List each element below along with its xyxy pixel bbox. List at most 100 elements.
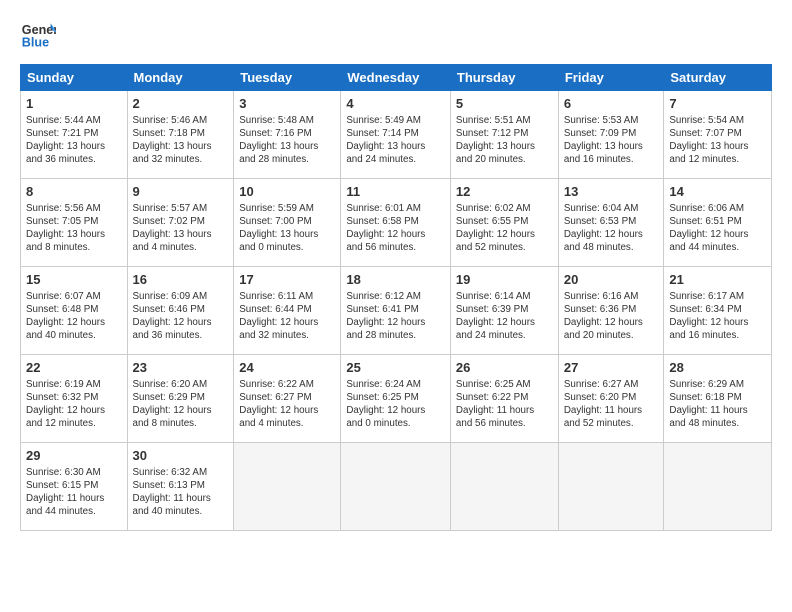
calendar-day-cell: 1Sunrise: 5:44 AM Sunset: 7:21 PM Daylig… [21, 91, 128, 179]
calendar-day-cell: 28Sunrise: 6:29 AM Sunset: 6:18 PM Dayli… [664, 355, 772, 443]
calendar-day-cell [450, 443, 558, 531]
day-of-week-header: Wednesday [341, 65, 451, 91]
day-of-week-header: Tuesday [234, 65, 341, 91]
day-number: 11 [346, 183, 445, 201]
calendar: SundayMondayTuesdayWednesdayThursdayFrid… [20, 64, 772, 531]
calendar-day-cell: 9Sunrise: 5:57 AM Sunset: 7:02 PM Daylig… [127, 179, 234, 267]
day-number: 8 [26, 183, 122, 201]
day-info: Sunrise: 5:48 AM Sunset: 7:16 PM Dayligh… [239, 114, 335, 167]
day-of-week-header: Friday [558, 65, 664, 91]
day-number: 28 [669, 359, 766, 377]
day-info: Sunrise: 5:44 AM Sunset: 7:21 PM Dayligh… [26, 114, 122, 167]
calendar-day-cell: 3Sunrise: 5:48 AM Sunset: 7:16 PM Daylig… [234, 91, 341, 179]
day-info: Sunrise: 6:29 AM Sunset: 6:18 PM Dayligh… [669, 378, 766, 431]
calendar-day-cell: 12Sunrise: 6:02 AM Sunset: 6:55 PM Dayli… [450, 179, 558, 267]
calendar-day-cell: 26Sunrise: 6:25 AM Sunset: 6:22 PM Dayli… [450, 355, 558, 443]
day-info: Sunrise: 5:49 AM Sunset: 7:14 PM Dayligh… [346, 114, 445, 167]
calendar-week-row: 1Sunrise: 5:44 AM Sunset: 7:21 PM Daylig… [21, 91, 772, 179]
calendar-day-cell [234, 443, 341, 531]
calendar-day-cell: 5Sunrise: 5:51 AM Sunset: 7:12 PM Daylig… [450, 91, 558, 179]
calendar-week-row: 22Sunrise: 6:19 AM Sunset: 6:32 PM Dayli… [21, 355, 772, 443]
day-number: 5 [456, 95, 553, 113]
day-info: Sunrise: 5:46 AM Sunset: 7:18 PM Dayligh… [133, 114, 229, 167]
calendar-day-cell: 10Sunrise: 5:59 AM Sunset: 7:00 PM Dayli… [234, 179, 341, 267]
page: General Blue SundayMondayTuesdayWednesda… [0, 0, 792, 547]
day-number: 1 [26, 95, 122, 113]
day-number: 26 [456, 359, 553, 377]
day-number: 22 [26, 359, 122, 377]
day-info: Sunrise: 6:16 AM Sunset: 6:36 PM Dayligh… [564, 290, 659, 343]
day-number: 9 [133, 183, 229, 201]
calendar-day-cell [341, 443, 451, 531]
day-number: 13 [564, 183, 659, 201]
day-number: 20 [564, 271, 659, 289]
calendar-day-cell: 13Sunrise: 6:04 AM Sunset: 6:53 PM Dayli… [558, 179, 664, 267]
logo-icon: General Blue [20, 16, 56, 52]
calendar-day-cell: 18Sunrise: 6:12 AM Sunset: 6:41 PM Dayli… [341, 267, 451, 355]
calendar-header-row: SundayMondayTuesdayWednesdayThursdayFrid… [21, 65, 772, 91]
day-number: 3 [239, 95, 335, 113]
calendar-day-cell: 2Sunrise: 5:46 AM Sunset: 7:18 PM Daylig… [127, 91, 234, 179]
day-number: 23 [133, 359, 229, 377]
calendar-day-cell: 7Sunrise: 5:54 AM Sunset: 7:07 PM Daylig… [664, 91, 772, 179]
calendar-day-cell: 25Sunrise: 6:24 AM Sunset: 6:25 PM Dayli… [341, 355, 451, 443]
calendar-week-row: 29Sunrise: 6:30 AM Sunset: 6:15 PM Dayli… [21, 443, 772, 531]
day-number: 16 [133, 271, 229, 289]
day-number: 7 [669, 95, 766, 113]
day-number: 17 [239, 271, 335, 289]
calendar-day-cell: 22Sunrise: 6:19 AM Sunset: 6:32 PM Dayli… [21, 355, 128, 443]
calendar-day-cell: 11Sunrise: 6:01 AM Sunset: 6:58 PM Dayli… [341, 179, 451, 267]
day-number: 4 [346, 95, 445, 113]
day-info: Sunrise: 6:01 AM Sunset: 6:58 PM Dayligh… [346, 202, 445, 255]
calendar-day-cell: 8Sunrise: 5:56 AM Sunset: 7:05 PM Daylig… [21, 179, 128, 267]
header: General Blue [20, 16, 772, 52]
calendar-day-cell: 17Sunrise: 6:11 AM Sunset: 6:44 PM Dayli… [234, 267, 341, 355]
calendar-week-row: 8Sunrise: 5:56 AM Sunset: 7:05 PM Daylig… [21, 179, 772, 267]
day-number: 24 [239, 359, 335, 377]
day-info: Sunrise: 5:54 AM Sunset: 7:07 PM Dayligh… [669, 114, 766, 167]
calendar-day-cell [558, 443, 664, 531]
calendar-day-cell: 6Sunrise: 5:53 AM Sunset: 7:09 PM Daylig… [558, 91, 664, 179]
day-number: 30 [133, 447, 229, 465]
day-number: 25 [346, 359, 445, 377]
day-info: Sunrise: 6:14 AM Sunset: 6:39 PM Dayligh… [456, 290, 553, 343]
day-info: Sunrise: 6:06 AM Sunset: 6:51 PM Dayligh… [669, 202, 766, 255]
day-number: 14 [669, 183, 766, 201]
day-of-week-header: Saturday [664, 65, 772, 91]
calendar-day-cell: 29Sunrise: 6:30 AM Sunset: 6:15 PM Dayli… [21, 443, 128, 531]
day-info: Sunrise: 6:20 AM Sunset: 6:29 PM Dayligh… [133, 378, 229, 431]
day-number: 10 [239, 183, 335, 201]
calendar-day-cell: 4Sunrise: 5:49 AM Sunset: 7:14 PM Daylig… [341, 91, 451, 179]
day-info: Sunrise: 6:02 AM Sunset: 6:55 PM Dayligh… [456, 202, 553, 255]
day-info: Sunrise: 5:56 AM Sunset: 7:05 PM Dayligh… [26, 202, 122, 255]
calendar-day-cell: 27Sunrise: 6:27 AM Sunset: 6:20 PM Dayli… [558, 355, 664, 443]
day-info: Sunrise: 6:32 AM Sunset: 6:13 PM Dayligh… [133, 466, 229, 519]
day-number: 6 [564, 95, 659, 113]
day-info: Sunrise: 5:53 AM Sunset: 7:09 PM Dayligh… [564, 114, 659, 167]
day-number: 21 [669, 271, 766, 289]
day-info: Sunrise: 6:27 AM Sunset: 6:20 PM Dayligh… [564, 378, 659, 431]
day-info: Sunrise: 6:09 AM Sunset: 6:46 PM Dayligh… [133, 290, 229, 343]
day-info: Sunrise: 6:30 AM Sunset: 6:15 PM Dayligh… [26, 466, 122, 519]
day-of-week-header: Monday [127, 65, 234, 91]
day-number: 2 [133, 95, 229, 113]
calendar-day-cell: 16Sunrise: 6:09 AM Sunset: 6:46 PM Dayli… [127, 267, 234, 355]
day-number: 27 [564, 359, 659, 377]
day-info: Sunrise: 6:07 AM Sunset: 6:48 PM Dayligh… [26, 290, 122, 343]
day-info: Sunrise: 6:17 AM Sunset: 6:34 PM Dayligh… [669, 290, 766, 343]
calendar-day-cell: 24Sunrise: 6:22 AM Sunset: 6:27 PM Dayli… [234, 355, 341, 443]
day-info: Sunrise: 6:11 AM Sunset: 6:44 PM Dayligh… [239, 290, 335, 343]
day-info: Sunrise: 6:25 AM Sunset: 6:22 PM Dayligh… [456, 378, 553, 431]
day-info: Sunrise: 5:59 AM Sunset: 7:00 PM Dayligh… [239, 202, 335, 255]
day-info: Sunrise: 5:51 AM Sunset: 7:12 PM Dayligh… [456, 114, 553, 167]
day-info: Sunrise: 5:57 AM Sunset: 7:02 PM Dayligh… [133, 202, 229, 255]
day-of-week-header: Sunday [21, 65, 128, 91]
day-of-week-header: Thursday [450, 65, 558, 91]
day-number: 19 [456, 271, 553, 289]
day-number: 12 [456, 183, 553, 201]
calendar-day-cell: 21Sunrise: 6:17 AM Sunset: 6:34 PM Dayli… [664, 267, 772, 355]
day-number: 15 [26, 271, 122, 289]
logo: General Blue [20, 16, 56, 52]
calendar-day-cell: 20Sunrise: 6:16 AM Sunset: 6:36 PM Dayli… [558, 267, 664, 355]
svg-text:Blue: Blue [22, 36, 49, 50]
